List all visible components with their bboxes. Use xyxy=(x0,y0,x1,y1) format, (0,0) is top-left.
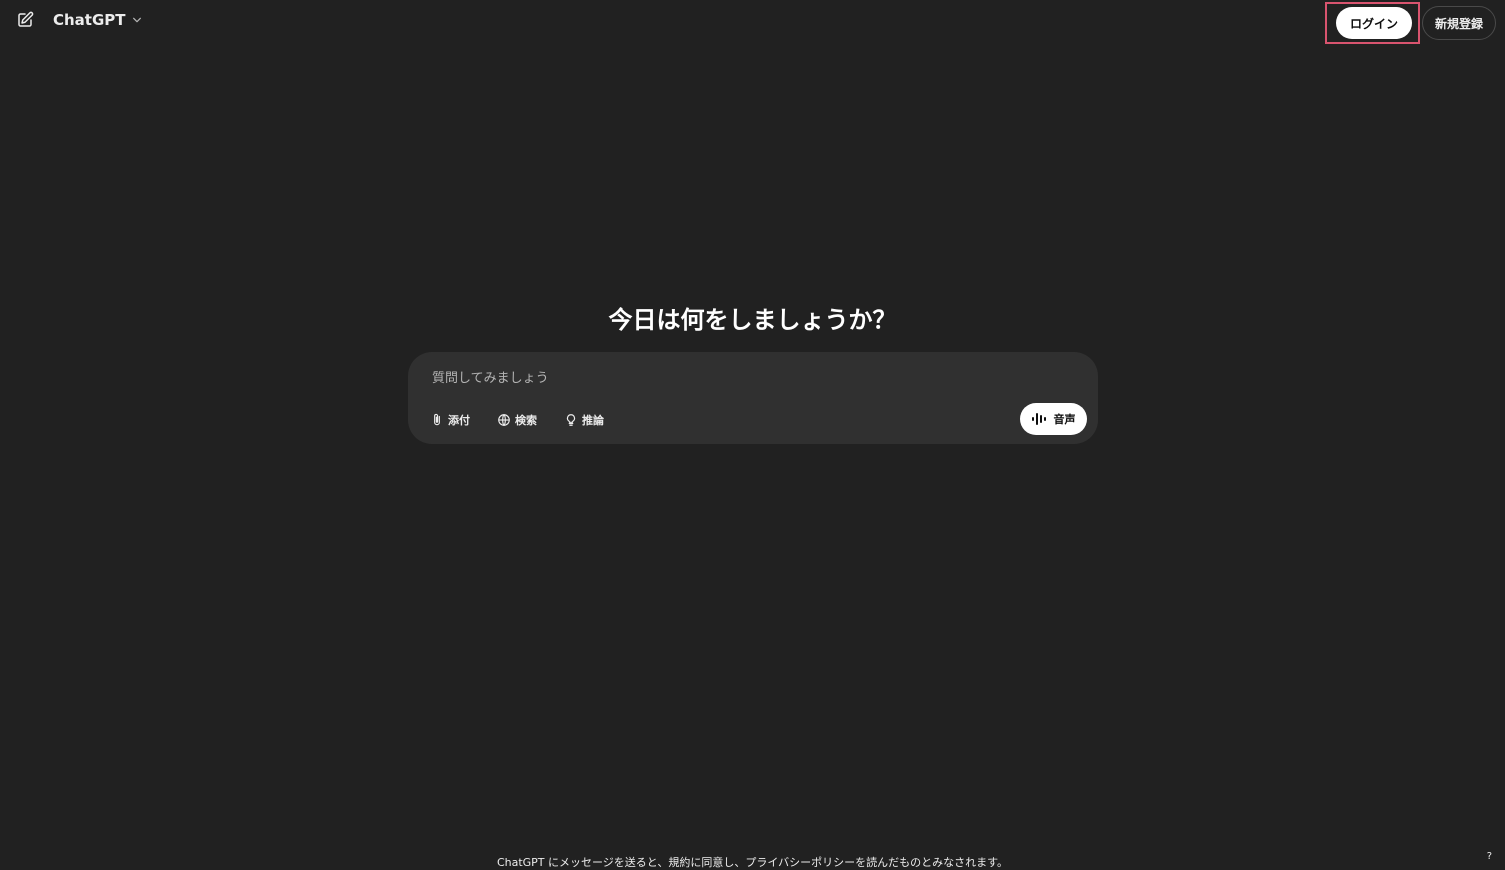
reason-button[interactable]: 推論 xyxy=(564,408,604,432)
composer: 添付 検索 推論 xyxy=(408,352,1098,444)
search-button[interactable]: 検索 xyxy=(497,408,537,432)
model-name: ChatGPT xyxy=(53,11,126,29)
voice-label: 音声 xyxy=(1053,413,1076,426)
prompt-input[interactable] xyxy=(432,366,992,390)
chevron-down-icon xyxy=(132,15,142,25)
new-chat-button[interactable] xyxy=(12,8,38,32)
model-switcher[interactable]: ChatGPT xyxy=(53,11,142,29)
attach-label: 添付 xyxy=(448,414,470,427)
globe-icon xyxy=(498,413,510,427)
lightbulb-icon xyxy=(566,414,576,426)
signup-button[interactable]: 新規登録 xyxy=(1421,6,1496,40)
paperclip-icon xyxy=(434,413,440,426)
header-right: ログイン 新規登録 xyxy=(1324,2,1496,44)
help-button[interactable]: ? xyxy=(1487,851,1492,862)
page-title: 今日は何をしましょうか？ xyxy=(608,306,897,334)
reason-label: 推論 xyxy=(582,414,604,427)
terms-notice: ChatGPT にメッセージを送ると、規約に同意し、プライバシーポリシーを読んだ… xyxy=(496,856,1009,869)
edit-icon xyxy=(18,11,34,27)
header-left: ChatGPT xyxy=(12,8,142,32)
attach-button[interactable]: 添付 xyxy=(430,408,470,432)
search-label: 検索 xyxy=(515,414,537,427)
login-button[interactable]: ログイン xyxy=(1335,7,1412,39)
waveform-icon xyxy=(1031,413,1046,425)
composer-tools: 添付 検索 推論 xyxy=(430,408,631,432)
login-highlight-frame: ログイン xyxy=(1324,2,1420,44)
voice-button[interactable]: 音声 xyxy=(1020,403,1087,435)
chatgpt-page: ChatGPT ログイン 新規登録 今日は何をしましょうか？ 添付 xyxy=(0,0,1505,870)
